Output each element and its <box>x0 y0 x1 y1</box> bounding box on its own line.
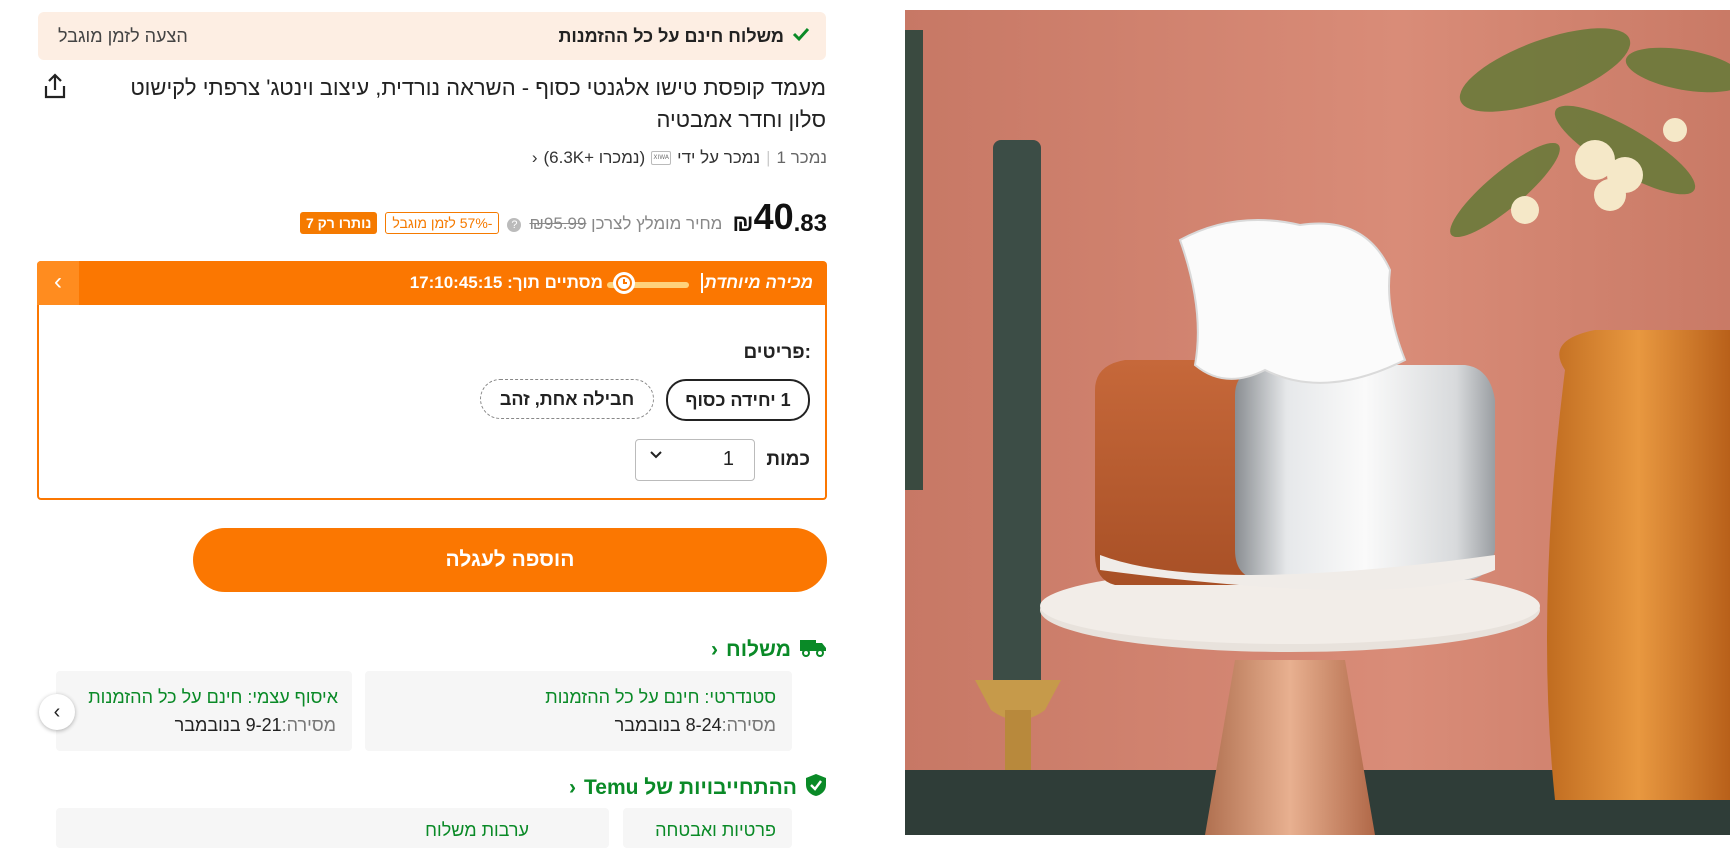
commitments-heading-text: ההתחייבויות של Temu <box>584 776 797 799</box>
limited-offer-text[interactable]: הצעה לזמן מוגבל <box>58 26 188 47</box>
quantity-value: 1 <box>722 448 734 470</box>
product-title: מעמד קופסת טישו אלגנטי כסוף - השראה נורד… <box>130 75 826 132</box>
commitment-card-delivery: ערבות משלוח <box>56 808 609 848</box>
rrp-value: ₪95.99 <box>529 214 587 233</box>
price-whole: 40 <box>753 196 794 237</box>
commitment-card-title: ערבות משלוח <box>425 820 529 840</box>
delivery-row: מסירה:8-24 בנובמבר <box>615 715 776 736</box>
seller-row[interactable]: נמכר 1 | נמכר על ידי XIWA (נמכרו +6.3K) … <box>532 148 827 168</box>
share-icon[interactable] <box>42 72 68 100</box>
countdown-value: 17:10:45:15 <box>409 273 503 292</box>
delivery-label: מסירה: <box>281 715 336 735</box>
discount-badge: -57% לזמן מוגבל <box>385 212 500 234</box>
truck-icon <box>799 636 827 664</box>
chevron-down-icon <box>648 446 664 467</box>
price: ₪ 40 .83 <box>730 196 827 238</box>
question-icon[interactable]: ? <box>507 218 522 232</box>
option-chip-gold[interactable]: חבילה אחת, זהב <box>480 379 654 419</box>
seller-sold-count: (נמכרו +6.3K) <box>543 148 646 167</box>
carousel-prev-button[interactable]: ‹ <box>39 694 75 730</box>
free-shipping-text: משלוח חינם על כל ההזמנות <box>558 26 784 46</box>
shield-check-icon <box>805 773 827 803</box>
promo-bar: משלוח חינם על כל ההזמנות הצעה לזמן מוגבל <box>38 12 826 60</box>
rrp-label: מחיר מומלץ לצרכן <box>591 214 723 233</box>
chevron-left-icon: ‹ <box>711 638 718 661</box>
chevron-left-icon: ‹ <box>569 776 577 799</box>
clock-icon <box>613 272 635 294</box>
quantity-select[interactable]: 1 <box>635 439 755 481</box>
delivery-row: מסירה:9-21 בנובמבר <box>175 715 336 736</box>
shipping-heading-text: משלוח <box>726 638 791 661</box>
shipping-card-title: איסוף עצמי: חינם על כל ההזמנות <box>88 687 338 707</box>
shipping-heading[interactable]: משלוח ‹ <box>711 636 827 664</box>
ends-label: מסתיים תוך: <box>507 273 603 292</box>
commitments-heading[interactable]: ההתחייבויות של Temu ‹ <box>569 773 827 803</box>
sold-count: נמכר 1 <box>776 148 828 167</box>
free-shipping-banner: משלוח חינם על כל ההזמנות <box>558 26 810 47</box>
special-sale-label: מכירה מיוחדת <box>704 273 813 292</box>
options-label: פריטים: <box>743 342 811 363</box>
currency-symbol: ₪ <box>732 210 754 237</box>
product-image[interactable] <box>905 10 1730 835</box>
rrp: מחיר מומלץ לצרכן ₪95.99 <box>529 214 722 238</box>
option-chip-silver[interactable]: 1 יחידה כסוף <box>666 379 810 421</box>
sold-by-label: נמכר על ידי <box>677 148 761 167</box>
stock-badge: נותרו רק 7 <box>299 212 378 234</box>
delivery-label: מסירה: <box>721 715 776 735</box>
seller-logo: XIWA <box>651 151 672 165</box>
shipping-card-pickup: איסוף עצמי: חינם על כל ההזמנות מסירה:9-2… <box>56 671 352 751</box>
chevron-left-icon[interactable]: ‹ <box>37 261 79 305</box>
countdown: מסתיים תוך: 17:10:45:15 <box>410 273 603 293</box>
delivery-value: 9-21 בנובמבר <box>174 715 282 735</box>
special-sale-bar: מכירה מיוחדת מסתיים תוך: 17:10:45:15 ‹ <box>37 261 827 305</box>
shipping-card-title: סטנדרטי: חינם על כל ההזמנות <box>545 687 776 707</box>
commitment-card-privacy: פרטיות ואבטחה <box>623 808 792 848</box>
delivery-value: 8-24 בנובמבר <box>614 715 722 735</box>
check-icon <box>792 26 810 47</box>
commitment-card-title: פרטיות ואבטחה <box>655 820 776 840</box>
price-cents: .83 <box>793 210 827 237</box>
divider: | <box>766 148 771 167</box>
chevron-left-icon: ‹ <box>531 148 538 167</box>
shipping-card-standard: סטנדרטי: חינם על כל ההזמנות מסירה:8-24 ב… <box>365 671 792 751</box>
quantity-label: כמות <box>766 449 810 470</box>
add-to-cart-button[interactable]: הוספה לעגלה <box>193 528 827 592</box>
divider <box>701 273 703 293</box>
price-row: ₪ 40 .83 מחיר מומלץ לצרכן ₪95.99 ? -57% … <box>299 196 827 238</box>
